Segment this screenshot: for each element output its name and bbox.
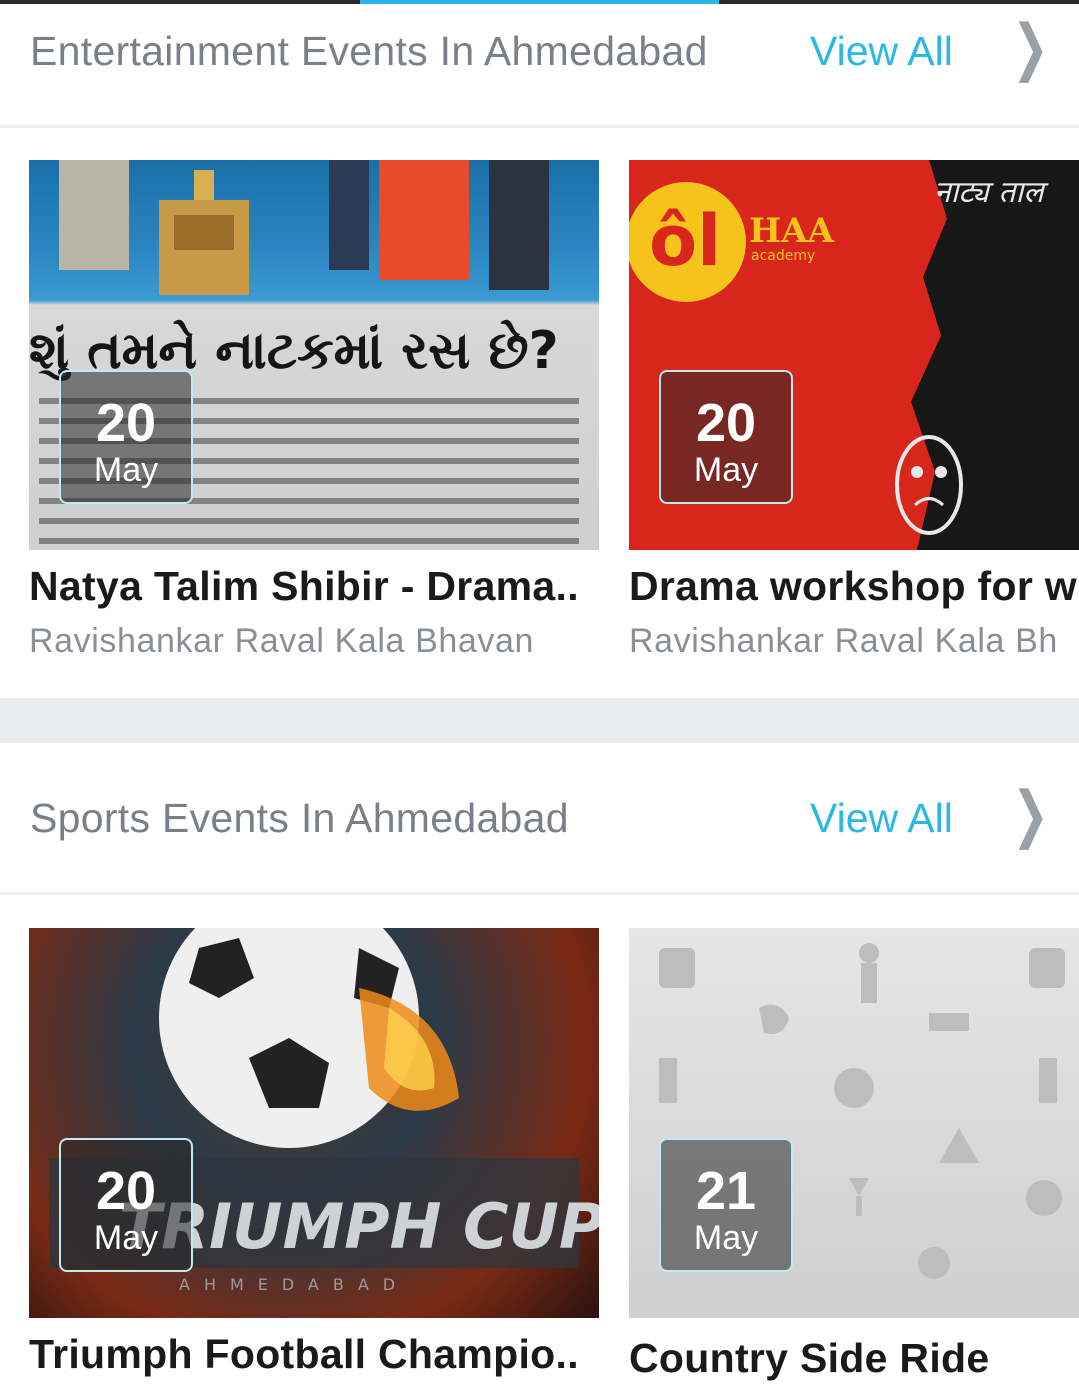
section-header-sports: Sports Events In Ahmedabad View All ❯ <box>0 773 1079 863</box>
date-badge: 21 May <box>659 1138 793 1272</box>
event-venue: Ravishankar Raval Kala Bh <box>629 622 1058 660</box>
image-subcaption: AHMEDABAD <box>179 1275 409 1294</box>
section-header-entertainment: Entertainment Events In Ahmedabad View A… <box>0 4 1079 94</box>
event-image[interactable]: શું તમને નાટકમાં રસ છે? 20 May <box>29 160 599 550</box>
date-month: May <box>693 1219 759 1257</box>
event-image[interactable]: 21 May <box>629 928 1079 1318</box>
date-badge: 20 May <box>59 1138 193 1272</box>
date-badge: 20 May <box>59 370 193 504</box>
image-caption-2: नाट्य ताल <box>934 175 1049 210</box>
view-all-link[interactable]: View All <box>810 795 953 842</box>
section-title: Sports Events In Ahmedabad <box>30 795 569 841</box>
event-title[interactable]: Country Side Ride <box>629 1335 1079 1382</box>
event-venue: Ravishankar Raval Kala Bhavan <box>29 622 535 660</box>
date-day: 20 <box>695 393 757 453</box>
date-day: 20 <box>95 393 157 453</box>
event-image[interactable]: TRIUMPH CUP AHMEDABAD 20 May <box>29 928 599 1318</box>
divider <box>0 892 1079 895</box>
event-title[interactable]: Drama workshop for w <box>629 563 1079 610</box>
divider <box>0 125 1079 128</box>
date-badge: 20 May <box>659 370 793 504</box>
chevron-right-icon[interactable]: ❯ <box>1012 12 1049 83</box>
section-title: Entertainment Events In Ahmedabad <box>30 28 708 74</box>
date-month: May <box>93 451 159 489</box>
image-caption: HAA <box>749 211 835 251</box>
event-title[interactable]: Natya Talim Shibir - Drama.. <box>29 563 649 610</box>
date-day: 20 <box>95 1161 157 1221</box>
view-all-link[interactable]: View All <box>810 28 953 75</box>
event-title[interactable]: Triumph Football Champio.. <box>29 1331 649 1378</box>
svg-text:ôl: ôl <box>649 200 721 282</box>
image-subcaption: academy <box>751 248 815 264</box>
date-day: 21 <box>695 1161 757 1221</box>
chevron-right-icon[interactable]: ❯ <box>1012 779 1049 850</box>
date-month: May <box>93 1219 159 1257</box>
section-separator <box>0 698 1079 743</box>
event-image[interactable]: ôl HAA academy नाट्य ताल 20 May <box>629 160 1079 550</box>
date-month: May <box>693 451 759 489</box>
